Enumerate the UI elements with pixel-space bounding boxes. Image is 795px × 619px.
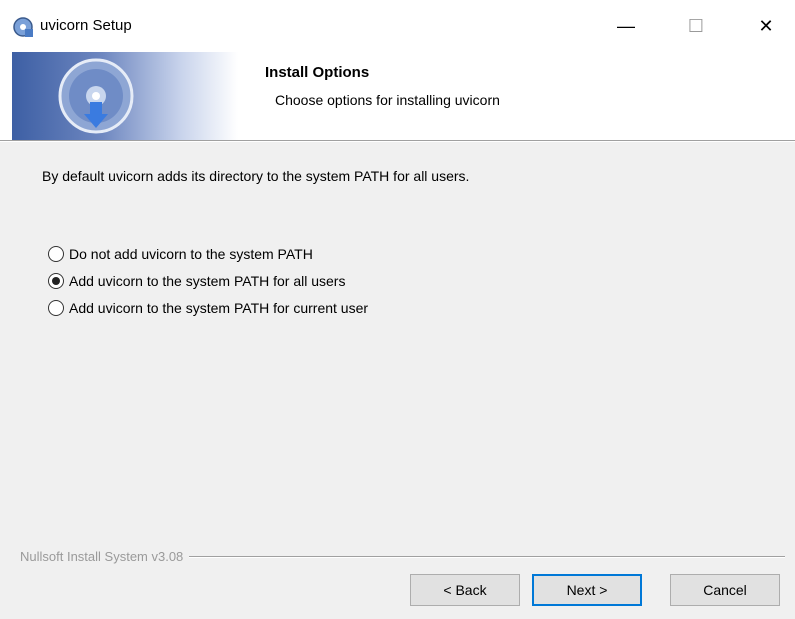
description-text: By default uvicorn adds its directory to… [42,168,470,184]
back-button[interactable]: < Back [410,574,520,606]
header-banner [12,52,238,140]
install-disc-icon [58,58,134,134]
maximize-icon: ☐ [687,15,705,36]
close-button[interactable]: ✕ [736,0,795,52]
radio-button[interactable] [48,299,64,316]
branding-text: Nullsoft Install System v3.08 [20,549,190,564]
minimize-icon: — [617,15,635,36]
path-options-group: Do not add uvicorn to the system PATH Ad… [48,240,368,321]
minimize-button[interactable]: — [596,0,656,52]
option-label: Add uvicorn to the system PATH for all u… [69,272,346,289]
cancel-button[interactable]: Cancel [670,574,780,606]
option-label: Do not add uvicorn to the system PATH [69,245,313,262]
header-subtitle: Choose options for installing uvicorn [275,92,500,108]
close-icon: ✕ [758,15,774,36]
maximize-button: ☐ [666,0,726,52]
header-divider-highlight [0,141,795,142]
header-title: Install Options [265,64,370,81]
window-title: uvicorn Setup [40,17,132,34]
next-button[interactable]: Next > [532,574,642,606]
header-panel: Install Options Choose options for insta… [0,52,795,140]
installer-icon [13,17,33,37]
option-no-path[interactable]: Do not add uvicorn to the system PATH [48,240,368,267]
radio-button[interactable] [48,245,64,262]
option-all-users[interactable]: Add uvicorn to the system PATH for all u… [48,267,368,294]
option-label: Add uvicorn to the system PATH for curre… [69,299,369,316]
option-current-user[interactable]: Add uvicorn to the system PATH for curre… [48,294,368,321]
title-bar: uvicorn Setup — ☐ ✕ [0,0,795,52]
radio-button-selected[interactable] [48,272,64,289]
footer-separator: Nullsoft Install System v3.08 [0,549,795,564]
